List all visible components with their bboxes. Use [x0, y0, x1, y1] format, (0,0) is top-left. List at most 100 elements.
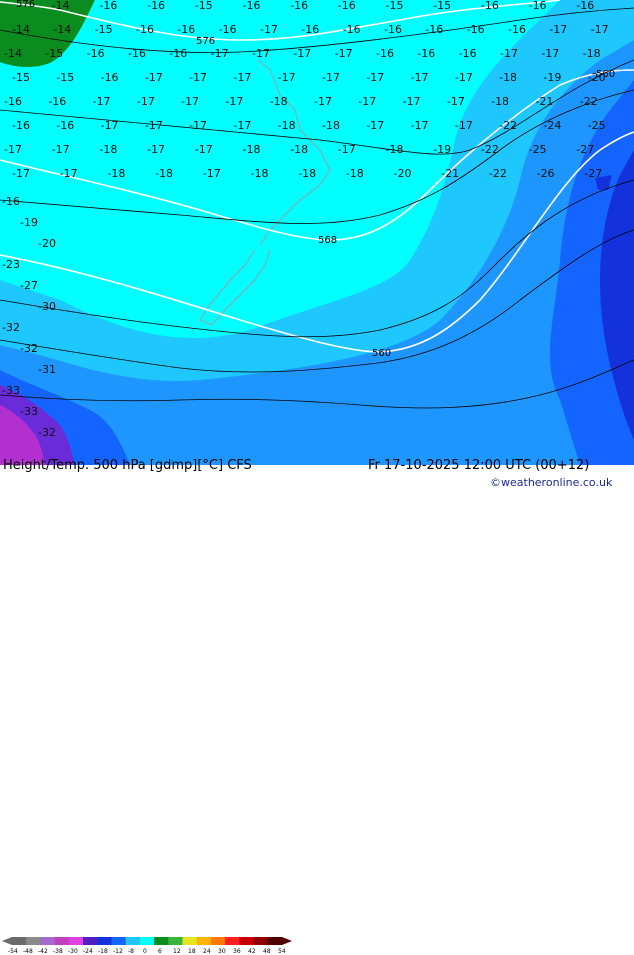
colorbar-tick-label: 30	[218, 948, 226, 955]
colorbar-tick-label: -38	[53, 948, 63, 955]
colorbar-cell	[125, 937, 141, 945]
temperature-label: -17	[335, 47, 353, 60]
temperature-label: -27	[20, 279, 38, 292]
temperature-label: -21	[535, 95, 553, 108]
temperature-label: -18	[322, 119, 340, 132]
temperature-label: -20	[588, 71, 606, 84]
temperature-label: -32	[2, 321, 20, 334]
colorbar-cell	[196, 937, 212, 945]
copyright-link[interactable]: ©weatheronline.co.uk	[490, 476, 612, 489]
temperature-label: -18	[107, 167, 125, 180]
temperature-label: -17	[252, 47, 270, 60]
weather-map: 576 576 568 560 560 -14 -16 -16 -15 -16 -16 -1…	[0, 0, 634, 465]
temperature-label: -17	[60, 167, 78, 180]
colorbar-tick-label: -8	[128, 948, 134, 955]
temperature-label: -17	[411, 71, 429, 84]
temperature-label: -16	[177, 23, 195, 36]
temperature-label: -22	[489, 167, 507, 180]
temperature-label: -15	[45, 47, 63, 60]
colorbar-cell	[68, 937, 84, 945]
colorbar-arrow-left	[2, 937, 12, 945]
temperature-label: -18	[155, 167, 173, 180]
temperature-label: -16	[128, 47, 146, 60]
temperature-label: -26	[537, 167, 555, 180]
colorbar-tick-label: 0	[143, 948, 147, 955]
temperature-label: -17	[591, 23, 609, 36]
colorbar-ticks: -54 -48 -42 -38 -30 -24 -18 -12 -8 0 6 12 18 24 30 36 42…	[8, 948, 286, 955]
colorbar-cell	[154, 937, 169, 945]
temperature-label: -17	[225, 95, 243, 108]
temperature-label: -18	[290, 143, 308, 156]
temperature-label: -16	[481, 0, 499, 12]
colorbar-cell	[210, 937, 226, 945]
temperature-label: -17	[278, 71, 296, 84]
map-title: Height/Temp. 500 hPa [gdmp][°C] CFS	[3, 458, 252, 473]
temperature-label: -24	[543, 119, 561, 132]
temperature-label: -16	[136, 23, 154, 36]
temperature-label: -16	[343, 23, 361, 36]
colorbar-cell	[111, 937, 126, 945]
colorbar-cell	[40, 937, 55, 945]
temperature-label: -17	[455, 71, 473, 84]
temperature-label: -17	[233, 119, 251, 132]
temperature-label: -16	[243, 0, 261, 12]
temperature-label: -19	[20, 216, 38, 229]
temperature-label: -16	[147, 0, 165, 12]
temperature-label: -15	[433, 0, 451, 12]
colorbar-cell	[54, 937, 70, 945]
temperature-label: -16	[56, 119, 74, 132]
temperature-label: -32	[38, 426, 56, 439]
map-canvas: 576 576 568 560 560 -14 -16 -16 -15 -16 -16 -1…	[0, 0, 634, 465]
temperature-label: -16	[169, 47, 187, 60]
temperature-label: -22	[499, 119, 517, 132]
temperature-label: -16	[101, 71, 119, 84]
temperature-label: -30	[38, 300, 56, 313]
temperature-label: -15	[12, 71, 30, 84]
temperature-label: -14	[4, 47, 22, 60]
temperature-label: -20	[38, 237, 56, 250]
temperature-label: -16	[425, 23, 443, 36]
valid-time: Fr 17-10-2025 12:00 UTC (00+12)	[368, 458, 590, 473]
temperature-label: -15	[195, 0, 213, 12]
temperature-label: -33	[2, 384, 20, 397]
temperature-label: -32	[20, 342, 38, 355]
temperature-label: -17	[52, 143, 70, 156]
temperature-label: -16	[576, 0, 594, 12]
colorbar-tick-label: -48	[23, 948, 33, 955]
colorbar-tick-label: 42	[248, 948, 256, 955]
temperature-label: -17	[358, 95, 376, 108]
temperature-label: -14	[52, 0, 70, 12]
temperature-label: -16	[301, 23, 319, 36]
colorbar-cell	[239, 937, 254, 945]
contour-label: 576	[16, 0, 35, 10]
temperature-label: -18	[386, 143, 404, 156]
temperature-label: -16	[384, 23, 402, 36]
temperature-label: -17	[549, 23, 567, 36]
temperature-label: -16	[467, 23, 485, 36]
temperature-label: -16	[87, 47, 105, 60]
temperature-label: -25	[588, 119, 606, 132]
temperature-label: -16	[4, 95, 22, 108]
temperature-label: -17	[260, 23, 278, 36]
colorbar-tick-label: 54	[278, 948, 286, 955]
temperature-label: -17	[137, 95, 155, 108]
temperature-label: -33	[20, 405, 38, 418]
colorbar-tick-label: 48	[263, 948, 271, 955]
colorbar-cell	[267, 937, 283, 945]
temperature-label: -16	[459, 47, 477, 60]
temperature-label: -17	[4, 143, 22, 156]
temperature-label: -16	[508, 23, 526, 36]
temperature-label: -15	[386, 0, 404, 12]
colorbar-tick-label: 36	[233, 948, 241, 955]
temperature-label: -17	[233, 71, 251, 84]
temperature-label: -16	[2, 195, 20, 208]
colorbar-tick-label: -30	[68, 948, 78, 955]
temperature-label: -15	[95, 23, 113, 36]
temperature-label: -18	[491, 95, 509, 108]
temperature-label: -17	[403, 95, 421, 108]
temperature-label: -16	[417, 47, 435, 60]
colorbar-tick-label: -18	[98, 948, 108, 955]
contour-label: 560	[372, 348, 391, 359]
temperature-label: -18	[583, 47, 601, 60]
temperature-label: -18	[298, 167, 316, 180]
